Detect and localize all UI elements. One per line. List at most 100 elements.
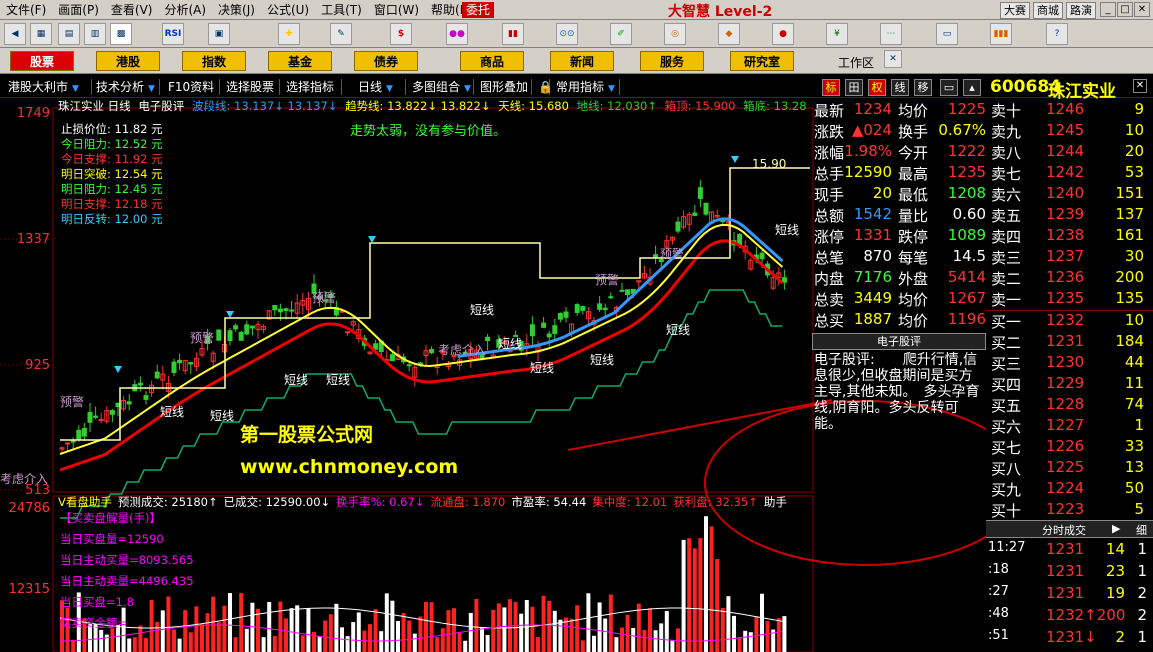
ball-icon[interactable]: ● [772,23,794,45]
scroll-up-icon[interactable]: ▴ [963,79,981,96]
index-icon[interactable]: ▥ [84,23,106,45]
bid-row[interactable]: 买九 1224 50 [986,479,1153,500]
binoculars-icon[interactable]: ⊙⊙ [556,23,578,45]
bid-row[interactable]: 买六 1227 1 [986,416,1153,437]
bid-row[interactable]: 买十 1223 5 [986,500,1153,521]
window-icon[interactable]: ▭ [936,23,958,45]
ask-row[interactable]: 卖七 1242 53 [986,163,1153,184]
stats-icon[interactable]: ▮▮ [502,23,524,45]
menu-file[interactable]: 文件(F) [0,0,52,20]
ask-row[interactable]: 卖八 1244 20 [986,142,1153,163]
crosshair-icon[interactable]: ✚ [278,23,300,45]
ticks-detail-tab[interactable]: 细 [1136,522,1147,538]
tab-tian[interactable]: 田 [845,79,863,96]
dollar-icon[interactable]: $ [390,23,412,45]
cat-news[interactable]: 新闻 [550,51,614,71]
warn-label: 预警 [660,246,684,261]
bid-row[interactable]: 买四 1229 11 [986,374,1153,395]
pen-icon[interactable]: ✐ [610,23,632,45]
panel-close-icon[interactable]: ✕ [884,50,902,68]
peak-label: 15.90 [752,157,786,171]
close-quote-icon[interactable]: ✕ [1133,79,1147,93]
ask-row[interactable]: 卖四 1238 161 [986,226,1153,247]
subbar-multi[interactable]: 多图组合 ▼ [408,79,474,95]
ask-row[interactable]: 卖一 1235 135 [986,289,1153,310]
ticks-arrow-icon[interactable]: ▶ [1112,522,1120,535]
bid-row[interactable]: 买七 1226 33 [986,437,1153,458]
subbar-period[interactable]: 日线 ▼ [354,79,406,95]
quote-row: 最新 1234 均价 1225 [814,100,986,121]
ruler-icon[interactable]: ✎ [330,23,352,45]
tab-quan[interactable]: 权 [868,79,886,96]
ask-row[interactable]: 卖五 1239 137 [986,205,1153,226]
rsi-icon[interactable]: RSI [162,23,184,45]
subbar-hkmarket[interactable]: 港股大利市 ▼ [4,79,92,95]
money-icon[interactable]: ¥ [826,23,848,45]
restore-icon[interactable]: □ [1117,2,1133,17]
cat-stocks[interactable]: 股票 [10,51,74,71]
dots-icon[interactable]: ⋯ [880,23,902,45]
weituo-button[interactable]: 委托 [462,2,495,18]
roadshow-link[interactable]: 路演 [1066,2,1096,19]
cat-hk[interactable]: 港股 [96,51,160,71]
cat-service[interactable]: 服务 [640,51,704,71]
back-icon[interactable]: ◀ [4,23,26,45]
ask-price: 1236 [1046,268,1085,286]
subbar-f10[interactable]: F10资料 [164,79,220,95]
subbar-technical[interactable]: 技术分析 ▼ [92,79,160,95]
level-tmr-support: 明日支撑: 12.18 元 [61,197,163,211]
menu-view-panel[interactable]: 画面(P) [52,0,105,20]
minimize-panel-icon[interactable]: ▭ [940,79,958,96]
bid-volume: 5 [1134,500,1144,518]
menu-formula[interactable]: 公式(U) [261,0,315,20]
chart-icon[interactable]: ▤ [58,23,80,45]
mall-link[interactable]: 商城 [1033,2,1063,19]
tick-price: 1231 [1046,540,1085,558]
bid-row[interactable]: 买三 1230 44 [986,353,1153,374]
ask-row[interactable]: 卖六 1240 151 [986,184,1153,205]
contest-link[interactable]: 大赛 [1000,2,1030,19]
subbar-select-indicator[interactable]: 选择指标 [282,79,342,95]
books-icon[interactable]: ▮▮▮ [990,23,1012,45]
tab-biao[interactable]: 标 [822,79,840,96]
report-icon[interactable]: ▣ [208,23,230,45]
ask-row[interactable]: 卖二 1236 200 [986,268,1153,289]
cat-research[interactable]: 研究室 [730,51,794,71]
cat-commodity[interactable]: 商品 [460,51,524,71]
workzone-label[interactable]: 工作区 [838,54,874,71]
menu-view[interactable]: 查看(V) [105,0,159,20]
menu-window[interactable]: 窗口(W) [368,0,425,20]
ask-row[interactable]: 卖十 1246 9 [986,100,1153,121]
lock-icon[interactable]: 🔒 [534,79,553,95]
volume-bar [743,630,748,652]
ask-row[interactable]: 卖三 1237 30 [986,247,1153,268]
ask-row[interactable]: 卖九 1245 10 [986,121,1153,142]
cat-index[interactable]: 指数 [182,51,246,71]
cat-fund[interactable]: 基金 [268,51,332,71]
help-icon[interactable]: ? [1046,23,1068,45]
volume-bar [289,608,294,652]
diamond-icon[interactable]: ◆ [718,23,740,45]
bid-row[interactable]: 买二 1231 184 [986,332,1153,353]
volume-bar [485,634,490,652]
bid-row[interactable]: 买五 1228 74 [986,395,1153,416]
tab-xian[interactable]: 线 [891,79,909,96]
tile-icon[interactable]: ▦ [30,23,52,45]
bid-row[interactable]: 买一 1232 10 [986,311,1153,332]
subbar-select-stock[interactable]: 选择股票 [222,79,280,95]
close-icon[interactable]: ✕ [1134,2,1150,17]
volume-bar [754,616,759,652]
menu-analysis[interactable]: 分析(A) [158,0,212,20]
compass-icon[interactable]: ◎ [664,23,686,45]
kline-icon[interactable]: ▩ [110,23,132,45]
subbar-overlay[interactable]: 图形叠加 [476,79,532,95]
quote-key2: 今开 [898,144,929,162]
cat-bond[interactable]: 债券 [354,51,418,71]
bid-row[interactable]: 买八 1225 13 [986,458,1153,479]
menu-tools[interactable]: 工具(T) [315,0,368,20]
group-icon[interactable]: ●● [446,23,468,45]
tab-yi[interactable]: 移 [914,79,932,96]
minimize-icon[interactable]: _ [1100,2,1116,17]
subbar-common[interactable]: 常用指标 ▼ [552,79,620,95]
menu-decision[interactable]: 决策(J) [212,0,261,20]
